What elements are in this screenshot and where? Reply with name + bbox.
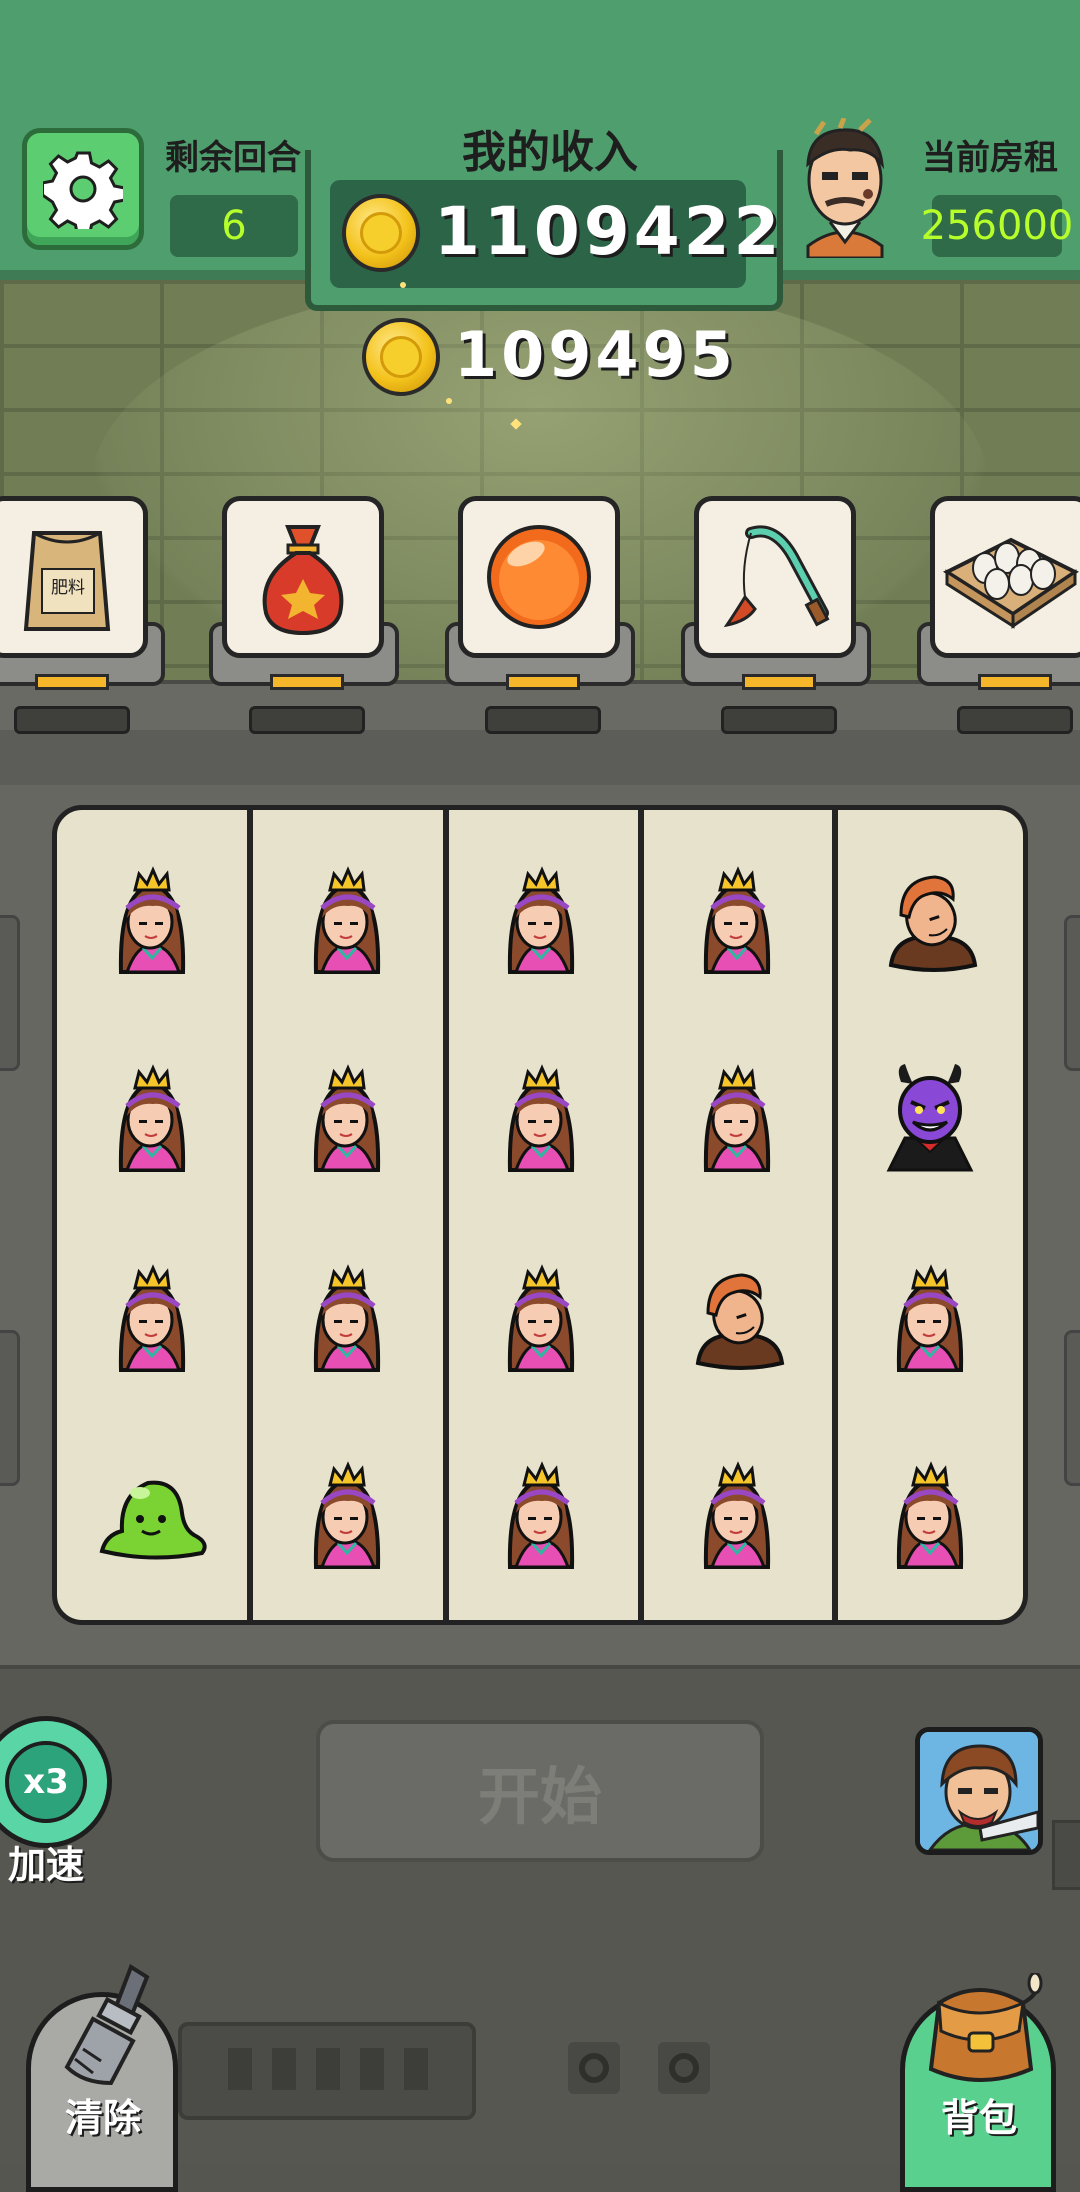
bandit-icon — [870, 855, 990, 985]
princess-icon — [92, 1053, 212, 1183]
item-card-fertilizer[interactable]: 肥料 — [0, 496, 148, 658]
side-slot — [1052, 1820, 1080, 1890]
side-bumper — [1064, 1330, 1080, 1486]
princess-icon — [481, 1053, 601, 1183]
landlord-avatar — [806, 118, 885, 258]
stand-foot — [957, 706, 1073, 734]
princess-icon — [481, 1450, 601, 1580]
gear-icon — [43, 151, 123, 229]
bag-label: 背包 — [941, 2096, 1018, 2140]
bag-button[interactable]: 背包 — [900, 1973, 1056, 2192]
stand-foot — [14, 706, 130, 734]
coin-icon — [362, 318, 440, 396]
column-divider — [443, 810, 449, 1620]
princess-icon — [677, 1053, 797, 1183]
stand-light — [506, 674, 580, 690]
princess-icon — [92, 855, 212, 985]
column-divider — [832, 810, 838, 1620]
clear-label: 清除 — [65, 2096, 142, 2140]
rent-label: 当前房租 — [922, 138, 1058, 178]
egg-tray-icon — [942, 537, 1079, 629]
orange-orb-icon — [487, 525, 591, 629]
stand-foot — [721, 706, 837, 734]
item-card-lucky-bag[interactable] — [222, 496, 384, 658]
princess-icon — [287, 1253, 407, 1383]
rounds-value: 6 — [170, 195, 298, 257]
stand-foot — [485, 706, 601, 734]
stand-light — [270, 674, 344, 690]
hero-button[interactable] — [915, 1727, 1043, 1855]
stand-light — [978, 674, 1052, 690]
bonus-value: 109495 — [454, 318, 737, 391]
princess-icon — [870, 1450, 990, 1580]
side-bumper — [0, 1330, 20, 1486]
speed-badge: x3 — [5, 1741, 87, 1823]
slime-icon — [92, 1450, 212, 1580]
princess-icon — [870, 1253, 990, 1383]
item-card-orange-orb[interactable] — [458, 496, 620, 658]
speed-label: 加速 — [8, 1843, 85, 1887]
princess-icon — [287, 1450, 407, 1580]
stand-light — [35, 674, 109, 690]
princess-icon — [481, 1253, 601, 1383]
bandit-icon — [677, 1253, 797, 1383]
deco-slot — [178, 2022, 476, 2120]
column-divider — [247, 810, 253, 1620]
princess-icon — [677, 855, 797, 985]
income-label: 我的收入 — [462, 127, 638, 178]
item-card-fishing-rod[interactable] — [694, 496, 856, 658]
rounds-label: 剩余回合 — [165, 138, 301, 178]
slot-board[interactable] — [52, 805, 1028, 1625]
fertilizer-label: 肥料 — [51, 578, 85, 598]
fishing-rod-icon — [723, 525, 830, 628]
demon-icon — [870, 1053, 990, 1183]
clear-button[interactable]: 清除 — [26, 1964, 178, 2192]
princess-icon — [92, 1253, 212, 1383]
column-divider — [638, 810, 644, 1620]
shelf-shadow — [0, 730, 1080, 785]
start-button[interactable]: 开始 — [316, 1720, 764, 1862]
deco-knob — [568, 2042, 620, 2094]
income-value: 1109422 — [434, 193, 784, 270]
fertilizer-bag-icon: 肥料 — [23, 531, 111, 631]
stand-light — [742, 674, 816, 690]
deco-knob — [658, 2042, 710, 2094]
princess-icon — [677, 1450, 797, 1580]
sparkle — [446, 398, 452, 404]
side-bumper — [1064, 915, 1080, 1071]
princess-icon — [481, 855, 601, 985]
backpack-icon — [928, 1973, 1043, 2082]
sparkle — [400, 282, 406, 288]
princess-icon — [287, 855, 407, 985]
stand-foot — [249, 706, 365, 734]
lucky-bag-icon — [262, 525, 344, 636]
rent-value: 256000 — [921, 195, 1073, 257]
brush-icon — [64, 1964, 150, 2086]
princess-icon — [287, 1053, 407, 1183]
hero-avatar-icon — [920, 1732, 1038, 1850]
side-bumper — [0, 915, 20, 1071]
settings-button[interactable] — [22, 128, 144, 250]
item-card-egg-tray[interactable] — [930, 496, 1080, 658]
coin-icon — [342, 194, 420, 272]
